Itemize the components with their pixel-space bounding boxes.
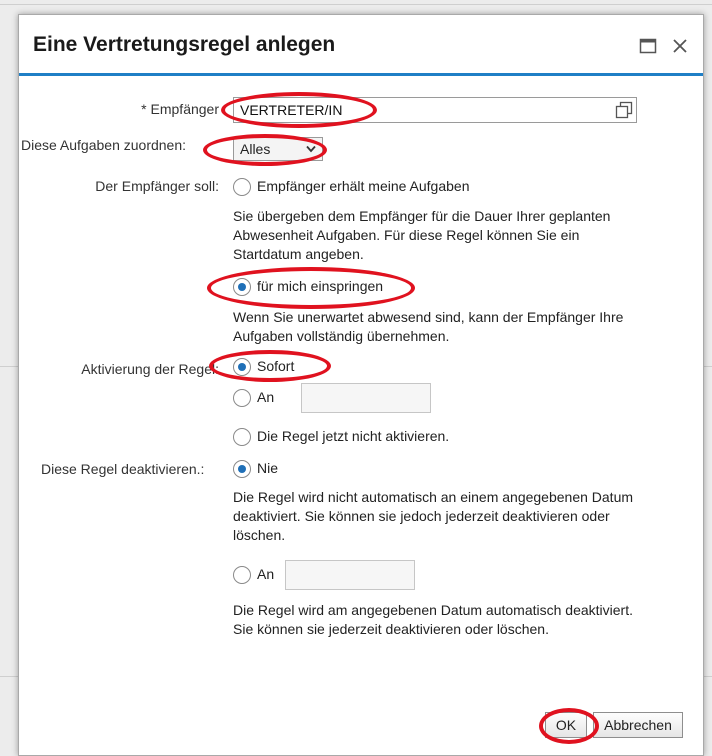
activation-date-input[interactable] [301, 383, 431, 413]
activation-label: Aktivierung der Regel: [81, 361, 219, 377]
radio-do-not-activate-label: Die Regel jetzt nicht aktivieren. [257, 428, 450, 444]
maximize-icon[interactable] [639, 37, 657, 55]
radio-activate-on[interactable] [233, 389, 251, 407]
radio-deactivate-never[interactable] [233, 460, 251, 478]
required-mark: * [141, 101, 147, 117]
radio-activate-now-label: Sofort [257, 358, 295, 374]
recipient-value: VERTRETER/IN [240, 102, 343, 118]
radio-do-not-activate[interactable] [233, 428, 251, 446]
radio-substitute[interactable] [233, 278, 251, 296]
chevron-down-icon [306, 145, 316, 153]
radio-activate-now[interactable] [233, 358, 251, 376]
assign-tasks-label: Diese Aufgaben zuordnen: [21, 137, 187, 153]
dialog: Eine Vertretungsregel anlegen * Empfänge… [18, 14, 704, 756]
radio-deactivate-on-label: An [257, 566, 275, 582]
receives-tasks-description: Sie übergeben dem Empfänger für die Daue… [233, 208, 611, 262]
radio-receives-tasks-label: Empfänger erhält meine Aufgaben [257, 178, 470, 194]
dialog-title: Eine Vertretungsregel anlegen [33, 33, 336, 56]
radio-activate-on-label: An [257, 389, 275, 405]
ok-button[interactable]: OK [545, 712, 587, 738]
radio-deactivate-on[interactable] [233, 566, 251, 584]
deactivate-on-description: Die Regel wird am angegebenen Datum auto… [233, 602, 633, 637]
radio-substitute-label: für mich einspringen [257, 278, 384, 294]
cancel-button[interactable]: Abbrechen [593, 712, 683, 738]
close-icon[interactable] [671, 37, 689, 55]
value-help-icon[interactable] [615, 101, 633, 119]
recipient-label: * Empfänger [141, 101, 219, 117]
dialog-header: Eine Vertretungsregel anlegen [19, 15, 703, 76]
substitute-description: Wenn Sie unerwartet abwesend sind, kann … [233, 309, 624, 344]
assign-tasks-select[interactable]: Alles [233, 137, 323, 161]
deactivation-label: Diese Regel deaktivieren.: [41, 461, 205, 477]
assign-tasks-value: Alles [240, 141, 271, 157]
deactivate-never-description: Die Regel wird nicht automatisch an eine… [233, 489, 634, 543]
background-divider [0, 4, 712, 5]
radio-receives-tasks[interactable] [233, 178, 251, 196]
deactivation-date-input[interactable] [285, 560, 415, 590]
radio-deactivate-never-label: Nie [257, 460, 279, 476]
recipient-label-text: Empfänger [150, 101, 219, 117]
recipient-should-label: Der Empfänger soll: [95, 178, 219, 194]
recipient-input[interactable]: VERTRETER/IN [233, 97, 637, 123]
